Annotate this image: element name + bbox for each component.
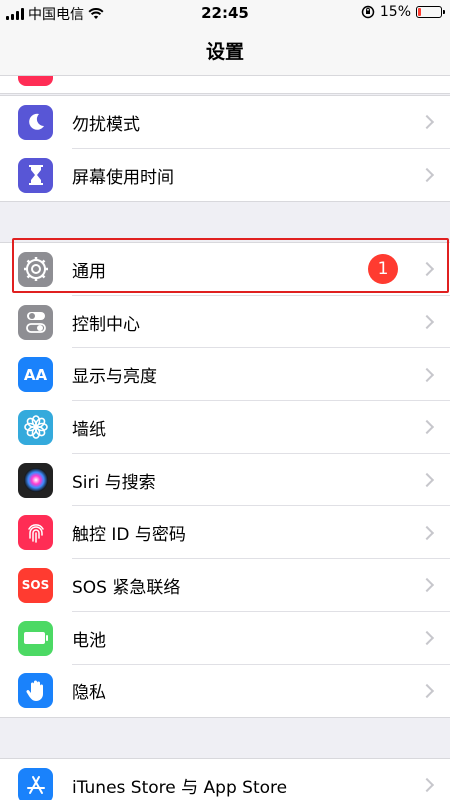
text-size-icon: AA (18, 357, 53, 393)
orientation-lock-icon (361, 5, 375, 19)
icon-text: SOS (21, 578, 50, 593)
settings-row-hand[interactable]: 隐私 (0, 665, 450, 718)
gear-icon (18, 251, 53, 287)
settings-row-flower[interactable]: 墙纸 (0, 401, 450, 454)
siri-icon (18, 462, 53, 498)
chevron-right-icon (419, 578, 435, 593)
chevron-right-icon (419, 473, 435, 488)
settings-group-general: 通用 1 控制中心 AA 显示与亮度墙纸 Siri 与搜索触控 ID 与密码 SOS SOS … (0, 242, 450, 719)
hand-icon (18, 673, 53, 709)
battery-icon (416, 6, 445, 18)
settings-row-battery[interactable]: 电池 (0, 612, 450, 665)
settings-row-sos[interactable]: SOS SOS 紧急联络 (0, 559, 450, 612)
settings-row-siri[interactable]: Siri 与搜索 (0, 454, 450, 507)
settings-row-hourglass[interactable]: 屏幕使用时间 (0, 149, 450, 202)
settings-row-label: 墙纸 (72, 419, 106, 440)
settings-row-app-store[interactable]: iTunes Store 与 App Store (0, 759, 450, 800)
settings-row-text-size[interactable]: AA 显示与亮度 (0, 348, 450, 402)
settings-row-label: 电池 (72, 630, 106, 651)
chevron-right-icon (419, 683, 435, 698)
settings-row-label: 显示与亮度 (72, 367, 157, 388)
notification-badge: 1 (368, 254, 398, 285)
chevron-right-icon (419, 115, 435, 130)
battery-icon (18, 620, 53, 656)
chevron-right-icon (419, 367, 435, 382)
status-bar: 中国电信 22:45 15% (0, 0, 450, 26)
settings-group-focus: 勿扰模式屏幕使用时间 (0, 95, 450, 203)
flower-icon (18, 409, 53, 445)
hourglass-icon (18, 157, 53, 193)
settings-row-label: 勿扰模式 (72, 114, 140, 135)
settings-row-label: SOS 紧急联络 (72, 577, 181, 598)
navigation-bar: 设置 (0, 26, 450, 76)
toggle-icon (18, 304, 53, 340)
settings-row-label: iTunes Store 与 App Store (72, 777, 288, 798)
sos-icon: SOS (18, 567, 53, 603)
app-store-icon (18, 767, 53, 800)
status-right: 15% (361, 4, 445, 20)
chevron-right-icon (419, 420, 435, 435)
chevron-right-icon (419, 631, 435, 646)
settings-row-gear[interactable]: 通用 1 (0, 243, 450, 296)
settings-row-label: Siri 与搜索 (72, 472, 156, 493)
settings-row-label: 屏幕使用时间 (72, 167, 174, 188)
chevron-right-icon (419, 167, 435, 183)
battery-percent: 15% (379, 4, 411, 20)
settings-row-label: 触控 ID 与密码 (72, 525, 186, 546)
fingerprint-icon (18, 515, 53, 551)
settings-row-label: 控制中心 (72, 314, 140, 335)
chevron-right-icon (419, 778, 435, 793)
settings-row-label: 通用 (72, 261, 106, 282)
icon-text: AA (23, 365, 48, 384)
settings-row-moon[interactable]: 勿扰模式 (0, 96, 450, 149)
partial-app-icon (18, 76, 53, 86)
settings-row-fingerprint[interactable]: 触控 ID 与密码 (0, 506, 450, 560)
page-title: 设置 (205, 41, 244, 63)
chevron-right-icon (419, 314, 435, 330)
chevron-right-icon (419, 262, 435, 277)
settings-group-store: iTunes Store 与 App Store (0, 758, 450, 800)
settings-row-label: 隐私 (72, 683, 106, 704)
settings-group-partial (0, 76, 450, 94)
settings-row-toggle[interactable]: 控制中心 (0, 296, 450, 349)
moon-icon (18, 104, 53, 140)
chevron-right-icon (419, 525, 435, 540)
